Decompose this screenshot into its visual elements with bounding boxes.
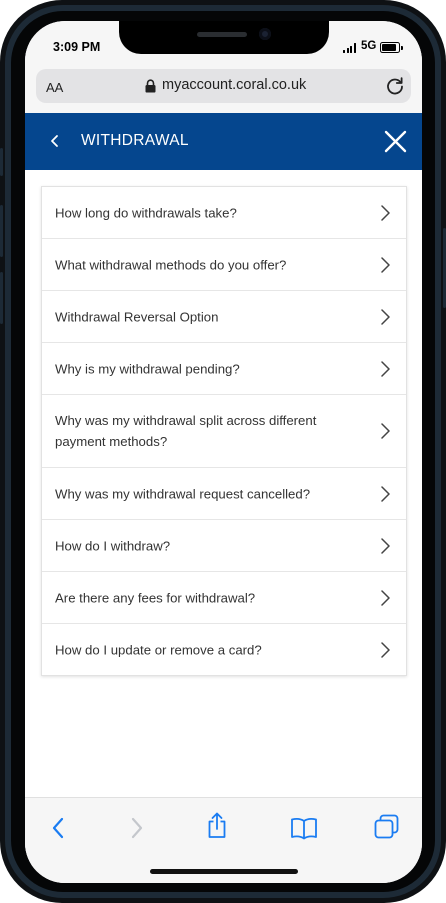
volume-down-button [0, 272, 3, 324]
close-icon[interactable] [384, 130, 407, 153]
faq-item-label: Why was my withdrawal split across diffe… [55, 413, 317, 449]
faq-list: How long do withdrawals take? What withd… [41, 186, 407, 676]
phone-screen: 3:09 PM 5G AA myaccount.coral.co.uk WITH… [25, 21, 422, 883]
bookmarks-icon[interactable] [290, 816, 318, 840]
battery-icon [380, 42, 403, 53]
forward-icon[interactable] [129, 816, 145, 840]
chevron-right-icon [381, 589, 390, 606]
volume-up-button [0, 205, 3, 257]
back-icon[interactable] [50, 816, 66, 840]
earpiece-speaker [197, 32, 247, 37]
faq-item[interactable]: Why is my withdrawal pending? [42, 342, 406, 394]
faq-item[interactable]: How do I withdraw? [42, 519, 406, 571]
share-icon[interactable] [206, 811, 228, 839]
faq-item-label: Why was my withdrawal request cancelled? [55, 486, 311, 501]
url-text: myaccount.coral.co.uk [162, 77, 307, 93]
lock-icon [145, 79, 156, 93]
chevron-right-icon [381, 204, 390, 221]
page-header: WITHDRAWAL [25, 113, 422, 170]
chevron-right-icon [381, 423, 390, 439]
signal-icon [343, 43, 357, 53]
front-camera [259, 28, 271, 40]
faq-item-label: Withdrawal Reversal Option [55, 309, 219, 324]
home-indicator[interactable] [150, 869, 298, 874]
faq-item[interactable]: How do I update or remove a card? [42, 623, 406, 675]
faq-item[interactable]: Why was my withdrawal request cancelled? [42, 467, 406, 519]
camera-notch [119, 21, 329, 54]
faq-item[interactable]: Why was my withdrawal split across diffe… [42, 394, 406, 467]
chevron-right-icon [381, 256, 390, 273]
url-field[interactable]: AA myaccount.coral.co.uk [36, 69, 411, 103]
faq-item-label: How do I update or remove a card? [55, 642, 262, 657]
faq-item-label: How do I withdraw? [55, 538, 171, 553]
browser-address-bar: AA myaccount.coral.co.uk [25, 65, 422, 113]
faq-item[interactable]: What withdrawal methods do you offer? [42, 238, 406, 290]
chevron-right-icon [381, 641, 390, 658]
faq-item-label: Why is my withdrawal pending? [55, 361, 240, 376]
chevron-right-icon [381, 360, 390, 377]
faq-item[interactable]: Withdrawal Reversal Option [42, 290, 406, 342]
reload-icon[interactable] [385, 76, 405, 96]
faq-item[interactable]: Are there any fees for withdrawal? [42, 571, 406, 623]
faq-item[interactable]: How long do withdrawals take? [42, 187, 406, 238]
chevron-right-icon [381, 485, 390, 502]
page-title: WITHDRAWAL [81, 132, 189, 149]
chevron-right-icon [381, 308, 390, 325]
faq-item-label: What withdrawal methods do you offer? [55, 257, 287, 272]
faq-item-label: How long do withdrawals take? [55, 205, 237, 220]
tabs-icon[interactable] [374, 814, 399, 839]
status-time: 3:09 PM [53, 40, 101, 54]
faq-item-label: Are there any fees for withdrawal? [55, 590, 256, 605]
network-type: 5G [361, 40, 377, 52]
chevron-right-icon [381, 537, 390, 554]
mute-switch [0, 148, 3, 176]
text-size-button[interactable]: AA [46, 80, 63, 95]
back-chevron-icon[interactable] [47, 133, 63, 149]
